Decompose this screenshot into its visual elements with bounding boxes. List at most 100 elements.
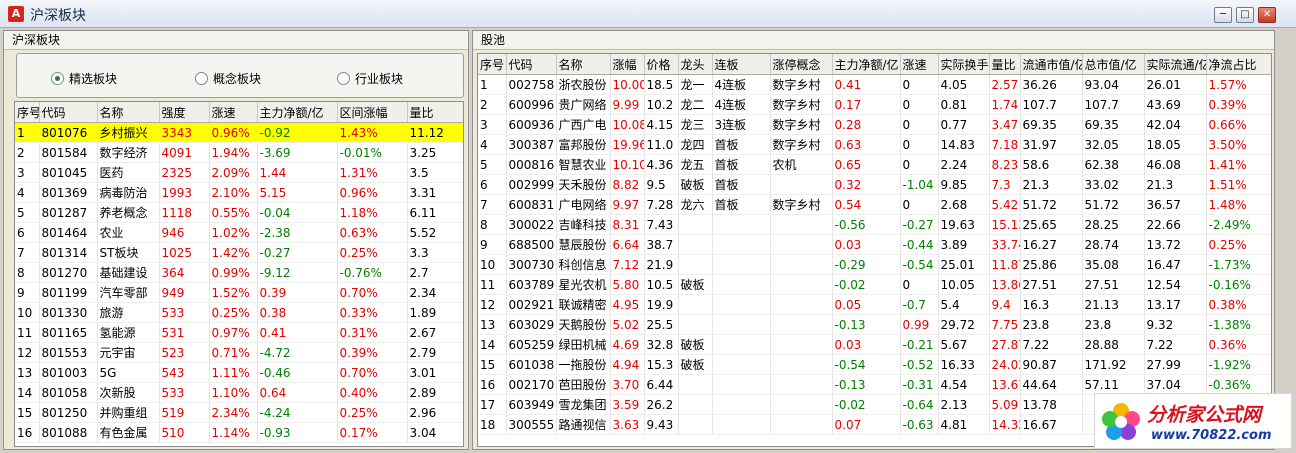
column-header[interactable]: 代码 [506, 54, 557, 75]
table-row[interactable]: 4 801369 病毒防治 1993 2.10% 5.15 0.96% 3.31 [15, 182, 463, 203]
column-header[interactable]: 代码 [39, 102, 98, 123]
column-header[interactable]: 实际流通/亿 [1144, 54, 1207, 75]
table-cell: 801270 [39, 262, 98, 283]
table-row[interactable]: 12 002921 联诚精密 4.95 19.9 0.05 -0.7 5.4 9.4 16.3 21… [478, 294, 1271, 315]
table-row[interactable]: 12 801553 元宇宙 523 0.71% -4.72 0.39% 2.79 [15, 342, 463, 363]
table-row[interactable]: 13 603029 天鹅股份 5.02 25.5 -0.13 0.99 29.72 7.75 23… [478, 314, 1271, 335]
column-header[interactable]: 主力净额/亿 [257, 102, 338, 123]
stock-pool-table[interactable]: 序号 代码 名称 涨幅 价格 龙头 连板 涨停概念 主力净额/亿 涨速 实际换手 量比 流通市值/亿 总市… [477, 53, 1272, 447]
table-cell: -1.73% [1206, 254, 1271, 275]
maximize-button[interactable]: □ [1236, 7, 1254, 23]
table-row[interactable]: 9 801199 汽车零部 949 1.52% 0.39 0.70% 2.34 [15, 282, 463, 303]
table-cell: 7.28 [644, 194, 679, 215]
table-cell: -0.76% [337, 262, 408, 283]
column-header[interactable]: 净流占比 [1206, 54, 1271, 75]
table-cell: 16 [15, 422, 40, 443]
table-row[interactable]: 7 600831 广电网络 9.97 7.28 龙六 首板 数字乡村 0.54 0 2.68 5.42… [478, 194, 1271, 215]
table-row[interactable]: 10300730科创信息7.1221.9 -0.29-0.5425.0111.87… [478, 254, 1271, 275]
table-cell: 519 [159, 402, 210, 423]
table-row[interactable]: 14 605259 绿田机械 4.69 32.8 破板 0.03 -0.21 5.67 27.8 7… [478, 334, 1271, 355]
table-row[interactable]: 5 000816 智慧农业 10.10 4.36 龙五 首板 农机 0.65 0 2.24 8.23 5… [478, 154, 1271, 175]
table-cell: 3.5 [407, 162, 463, 183]
table-cell: 0.25% [209, 302, 258, 323]
table-cell: 13.17 [1144, 294, 1207, 315]
column-header[interactable]: 涨停概念 [770, 54, 833, 75]
table-row[interactable]: 3 801045 医药 2325 2.09% 1.44 1.31% 3.5 [15, 162, 463, 183]
radio-selected-sectors[interactable]: 精选板块 [51, 70, 117, 87]
column-header[interactable]: 连板 [712, 54, 771, 75]
table-cell: 603789 [506, 274, 557, 295]
table-row[interactable]: 8300022吉峰科技8.317.43-0.56-0.2719.6315.132… [478, 214, 1271, 235]
table-row[interactable]: 8 801270 基础建设 364 0.99% -9.12 -0.76% 2.7 [15, 262, 463, 283]
column-header[interactable]: 总市值/亿 [1082, 54, 1145, 75]
table-cell: 9 [478, 234, 507, 255]
table-row[interactable]: 16 801088 有色金属 510 1.14% -0.93 0.17% 3.04 [15, 422, 463, 443]
column-header[interactable]: 量比 [407, 102, 463, 123]
column-header[interactable]: 涨速 [209, 102, 258, 123]
table-cell: 首板 [712, 154, 771, 175]
column-header[interactable]: 名称 [556, 54, 611, 75]
table-cell: 3.59 [610, 394, 645, 415]
table-row[interactable]: 6 801464 农业 946 1.02% -2.38 0.63% 5.52 [15, 222, 463, 243]
table-cell: 18 [478, 414, 507, 435]
column-header[interactable]: 序号 [478, 54, 507, 75]
table-cell: 0.66% [1206, 114, 1271, 135]
table-row[interactable]: 7 801314 ST板块 1025 1.42% -0.27 0.25% 3.3 [15, 242, 463, 263]
column-header[interactable]: 涨幅 [610, 54, 645, 75]
table-cell: 46.08 [1144, 154, 1207, 175]
table-row[interactable]: 6 002999 天禾股份 8.82 9.5 破板 首板 0.32 -1.04 9.85 7.3 21… [478, 174, 1271, 195]
table-cell: 15 [478, 354, 507, 375]
column-header[interactable]: 量比 [989, 54, 1021, 75]
table-cell: 1.57% [1206, 74, 1271, 95]
sector-panel-title: 沪深板块 [4, 31, 468, 50]
table-row[interactable]: 2 801584 数字经济 4091 1.94% -3.69 -0.01% 3.25 [15, 142, 463, 163]
column-header[interactable]: 序号 [15, 102, 40, 123]
table-cell: 广电网络 [556, 194, 611, 215]
table-cell: 16.33 [938, 354, 990, 375]
sector-table[interactable]: 序号 代码 名称 强度 涨速 主力净额/亿 区间涨幅 量比 1 801076 乡村振兴 3343 0.… [14, 101, 464, 447]
table-row[interactable]: 13 801003 5G 543 1.11% -0.46 0.70% 3.01 [15, 362, 463, 383]
table-row[interactable]: 1 002758 浙农股份 10.00 18.5 龙一 4连板 数字乡村 0.41 0 4.05 2.… [478, 74, 1271, 95]
table-cell: 10.5 [644, 274, 679, 295]
close-button[interactable]: ✕ [1258, 7, 1276, 23]
column-header[interactable]: 名称 [97, 102, 160, 123]
table-cell: 3.47 [989, 114, 1021, 135]
table-row[interactable]: 14 801058 次新股 533 1.10% 0.64 0.40% 2.89 [15, 382, 463, 403]
table-row[interactable]: 15 601038 一拖股份 4.94 15.3 破板 -0.54 -0.52 16.33 24.… [478, 354, 1271, 375]
table-row[interactable]: 2 600996 贵广网络 9.99 10.2 龙二 4连板 数字乡村 0.17 0 0.81 1.7… [478, 94, 1271, 115]
table-cell: 1.11% [209, 362, 258, 383]
table-cell [678, 294, 713, 315]
table-row[interactable]: 4 300387 富邦股份 19.96 11.0 龙四 首板 数字乡村 0.63 0 14.83 7.… [478, 134, 1271, 155]
table-cell: 数字乡村 [770, 134, 833, 155]
minimize-button[interactable]: ─ [1214, 7, 1232, 23]
radio-concept-sectors[interactable]: 概念板块 [195, 70, 261, 87]
radio-industry-sectors[interactable]: 行业板块 [337, 70, 403, 87]
table-cell: 0.33% [337, 302, 408, 323]
table-cell: 13.86 [989, 274, 1021, 295]
table-cell: 27.51 [1082, 274, 1145, 295]
column-header[interactable]: 涨速 [900, 54, 939, 75]
table-row[interactable]: 11 801165 氢能源 531 0.97% 0.41 0.31% 2.67 [15, 322, 463, 343]
table-cell: 5.4 [938, 294, 990, 315]
column-header[interactable]: 流通市值/亿 [1020, 54, 1083, 75]
column-header[interactable]: 强度 [159, 102, 210, 123]
table-cell: 43.69 [1144, 94, 1207, 115]
table-row[interactable]: 11603789星光农机5.8010.5破板-0.02010.0513.8627… [478, 274, 1271, 295]
table-row[interactable]: 16002170芭田股份3.706.44 -0.13-0.314.5413.674… [478, 374, 1271, 395]
table-cell: 0.63% [337, 222, 408, 243]
table-row[interactable]: 10 801330 旅游 533 0.25% 0.38 0.33% 1.89 [15, 302, 463, 323]
column-header[interactable]: 区间涨幅 [337, 102, 408, 123]
table-row[interactable]: 15 801250 并购重组 519 2.34% -4.24 0.25% 2.96 [15, 402, 463, 423]
column-header[interactable]: 龙头 [678, 54, 713, 75]
column-header[interactable]: 价格 [644, 54, 679, 75]
table-row[interactable]: 5 801287 养老概念 1118 0.55% -0.04 1.18% 6.11 [15, 202, 463, 223]
table-row[interactable]: 3 600936 广西广电 10.08 4.15 龙三 3连板 数字乡村 0.28 0 0.77 3.… [478, 114, 1271, 135]
table-cell: 2.34% [209, 402, 258, 423]
table-cell: 0.77 [938, 114, 990, 135]
table-cell: 4 [15, 182, 40, 203]
table-row[interactable]: 1 801076 乡村振兴 3343 0.96% -0.92 1.43% 11.12 [15, 122, 463, 143]
column-header[interactable]: 实际换手 [938, 54, 990, 75]
column-header[interactable]: 主力净额/亿 [832, 54, 901, 75]
table-row[interactable]: 9688500慧辰股份6.6438.7 0.03-0.443.8933.7416.… [478, 234, 1271, 255]
table-cell: 0.40% [337, 382, 408, 403]
